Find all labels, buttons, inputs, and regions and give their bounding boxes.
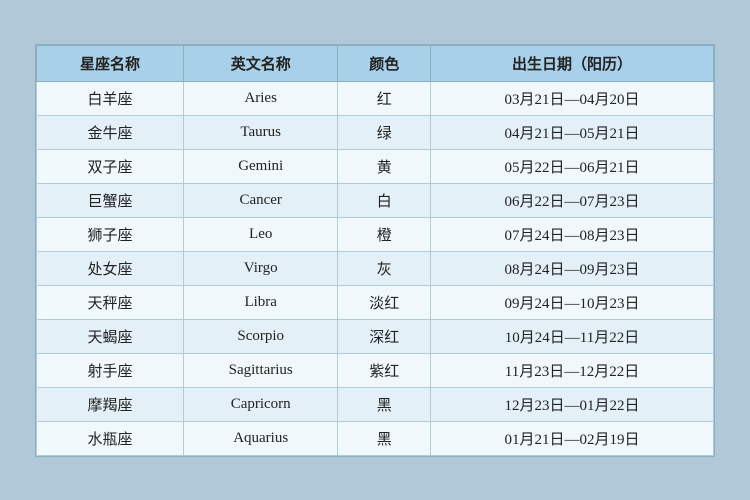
cell-color: 淡红: [338, 285, 431, 319]
cell-color: 深红: [338, 319, 431, 353]
header-color: 颜色: [338, 45, 431, 81]
cell-english-name: Sagittarius: [183, 353, 337, 387]
cell-color: 紫红: [338, 353, 431, 387]
header-dates: 出生日期（阳历）: [430, 45, 713, 81]
zodiac-table-wrapper: 星座名称 英文名称 颜色 出生日期（阳历） 白羊座Aries红03月21日—04…: [35, 44, 715, 457]
table-row: 处女座Virgo灰08月24日—09月23日: [37, 251, 714, 285]
header-english-name: 英文名称: [183, 45, 337, 81]
table-header-row: 星座名称 英文名称 颜色 出生日期（阳历）: [37, 45, 714, 81]
cell-english-name: Capricorn: [183, 387, 337, 421]
table-row: 狮子座Leo橙07月24日—08月23日: [37, 217, 714, 251]
cell-dates: 05月22日—06月21日: [430, 149, 713, 183]
cell-english-name: Gemini: [183, 149, 337, 183]
cell-color: 灰: [338, 251, 431, 285]
cell-english-name: Libra: [183, 285, 337, 319]
cell-dates: 09月24日—10月23日: [430, 285, 713, 319]
table-row: 射手座Sagittarius紫红11月23日—12月22日: [37, 353, 714, 387]
cell-color: 黑: [338, 387, 431, 421]
cell-chinese-name: 水瓶座: [37, 421, 184, 455]
cell-english-name: Virgo: [183, 251, 337, 285]
cell-dates: 11月23日—12月22日: [430, 353, 713, 387]
table-row: 天蝎座Scorpio深红10月24日—11月22日: [37, 319, 714, 353]
cell-chinese-name: 天蝎座: [37, 319, 184, 353]
cell-color: 白: [338, 183, 431, 217]
cell-chinese-name: 摩羯座: [37, 387, 184, 421]
cell-dates: 03月21日—04月20日: [430, 81, 713, 115]
table-row: 摩羯座Capricorn黑12月23日—01月22日: [37, 387, 714, 421]
table-row: 金牛座Taurus绿04月21日—05月21日: [37, 115, 714, 149]
cell-chinese-name: 处女座: [37, 251, 184, 285]
cell-dates: 01月21日—02月19日: [430, 421, 713, 455]
cell-color: 红: [338, 81, 431, 115]
cell-english-name: Leo: [183, 217, 337, 251]
cell-dates: 07月24日—08月23日: [430, 217, 713, 251]
table-row: 巨蟹座Cancer白06月22日—07月23日: [37, 183, 714, 217]
table-row: 白羊座Aries红03月21日—04月20日: [37, 81, 714, 115]
cell-dates: 04月21日—05月21日: [430, 115, 713, 149]
cell-color: 橙: [338, 217, 431, 251]
cell-chinese-name: 狮子座: [37, 217, 184, 251]
table-row: 水瓶座Aquarius黑01月21日—02月19日: [37, 421, 714, 455]
cell-dates: 08月24日—09月23日: [430, 251, 713, 285]
zodiac-table: 星座名称 英文名称 颜色 出生日期（阳历） 白羊座Aries红03月21日—04…: [36, 45, 714, 456]
cell-dates: 06月22日—07月23日: [430, 183, 713, 217]
cell-chinese-name: 白羊座: [37, 81, 184, 115]
cell-chinese-name: 金牛座: [37, 115, 184, 149]
table-row: 双子座Gemini黄05月22日—06月21日: [37, 149, 714, 183]
cell-english-name: Cancer: [183, 183, 337, 217]
cell-chinese-name: 巨蟹座: [37, 183, 184, 217]
cell-english-name: Aquarius: [183, 421, 337, 455]
cell-english-name: Aries: [183, 81, 337, 115]
header-chinese-name: 星座名称: [37, 45, 184, 81]
cell-english-name: Scorpio: [183, 319, 337, 353]
cell-dates: 12月23日—01月22日: [430, 387, 713, 421]
cell-dates: 10月24日—11月22日: [430, 319, 713, 353]
cell-color: 绿: [338, 115, 431, 149]
cell-chinese-name: 双子座: [37, 149, 184, 183]
cell-color: 黑: [338, 421, 431, 455]
cell-chinese-name: 天秤座: [37, 285, 184, 319]
table-row: 天秤座Libra淡红09月24日—10月23日: [37, 285, 714, 319]
cell-english-name: Taurus: [183, 115, 337, 149]
cell-chinese-name: 射手座: [37, 353, 184, 387]
cell-color: 黄: [338, 149, 431, 183]
